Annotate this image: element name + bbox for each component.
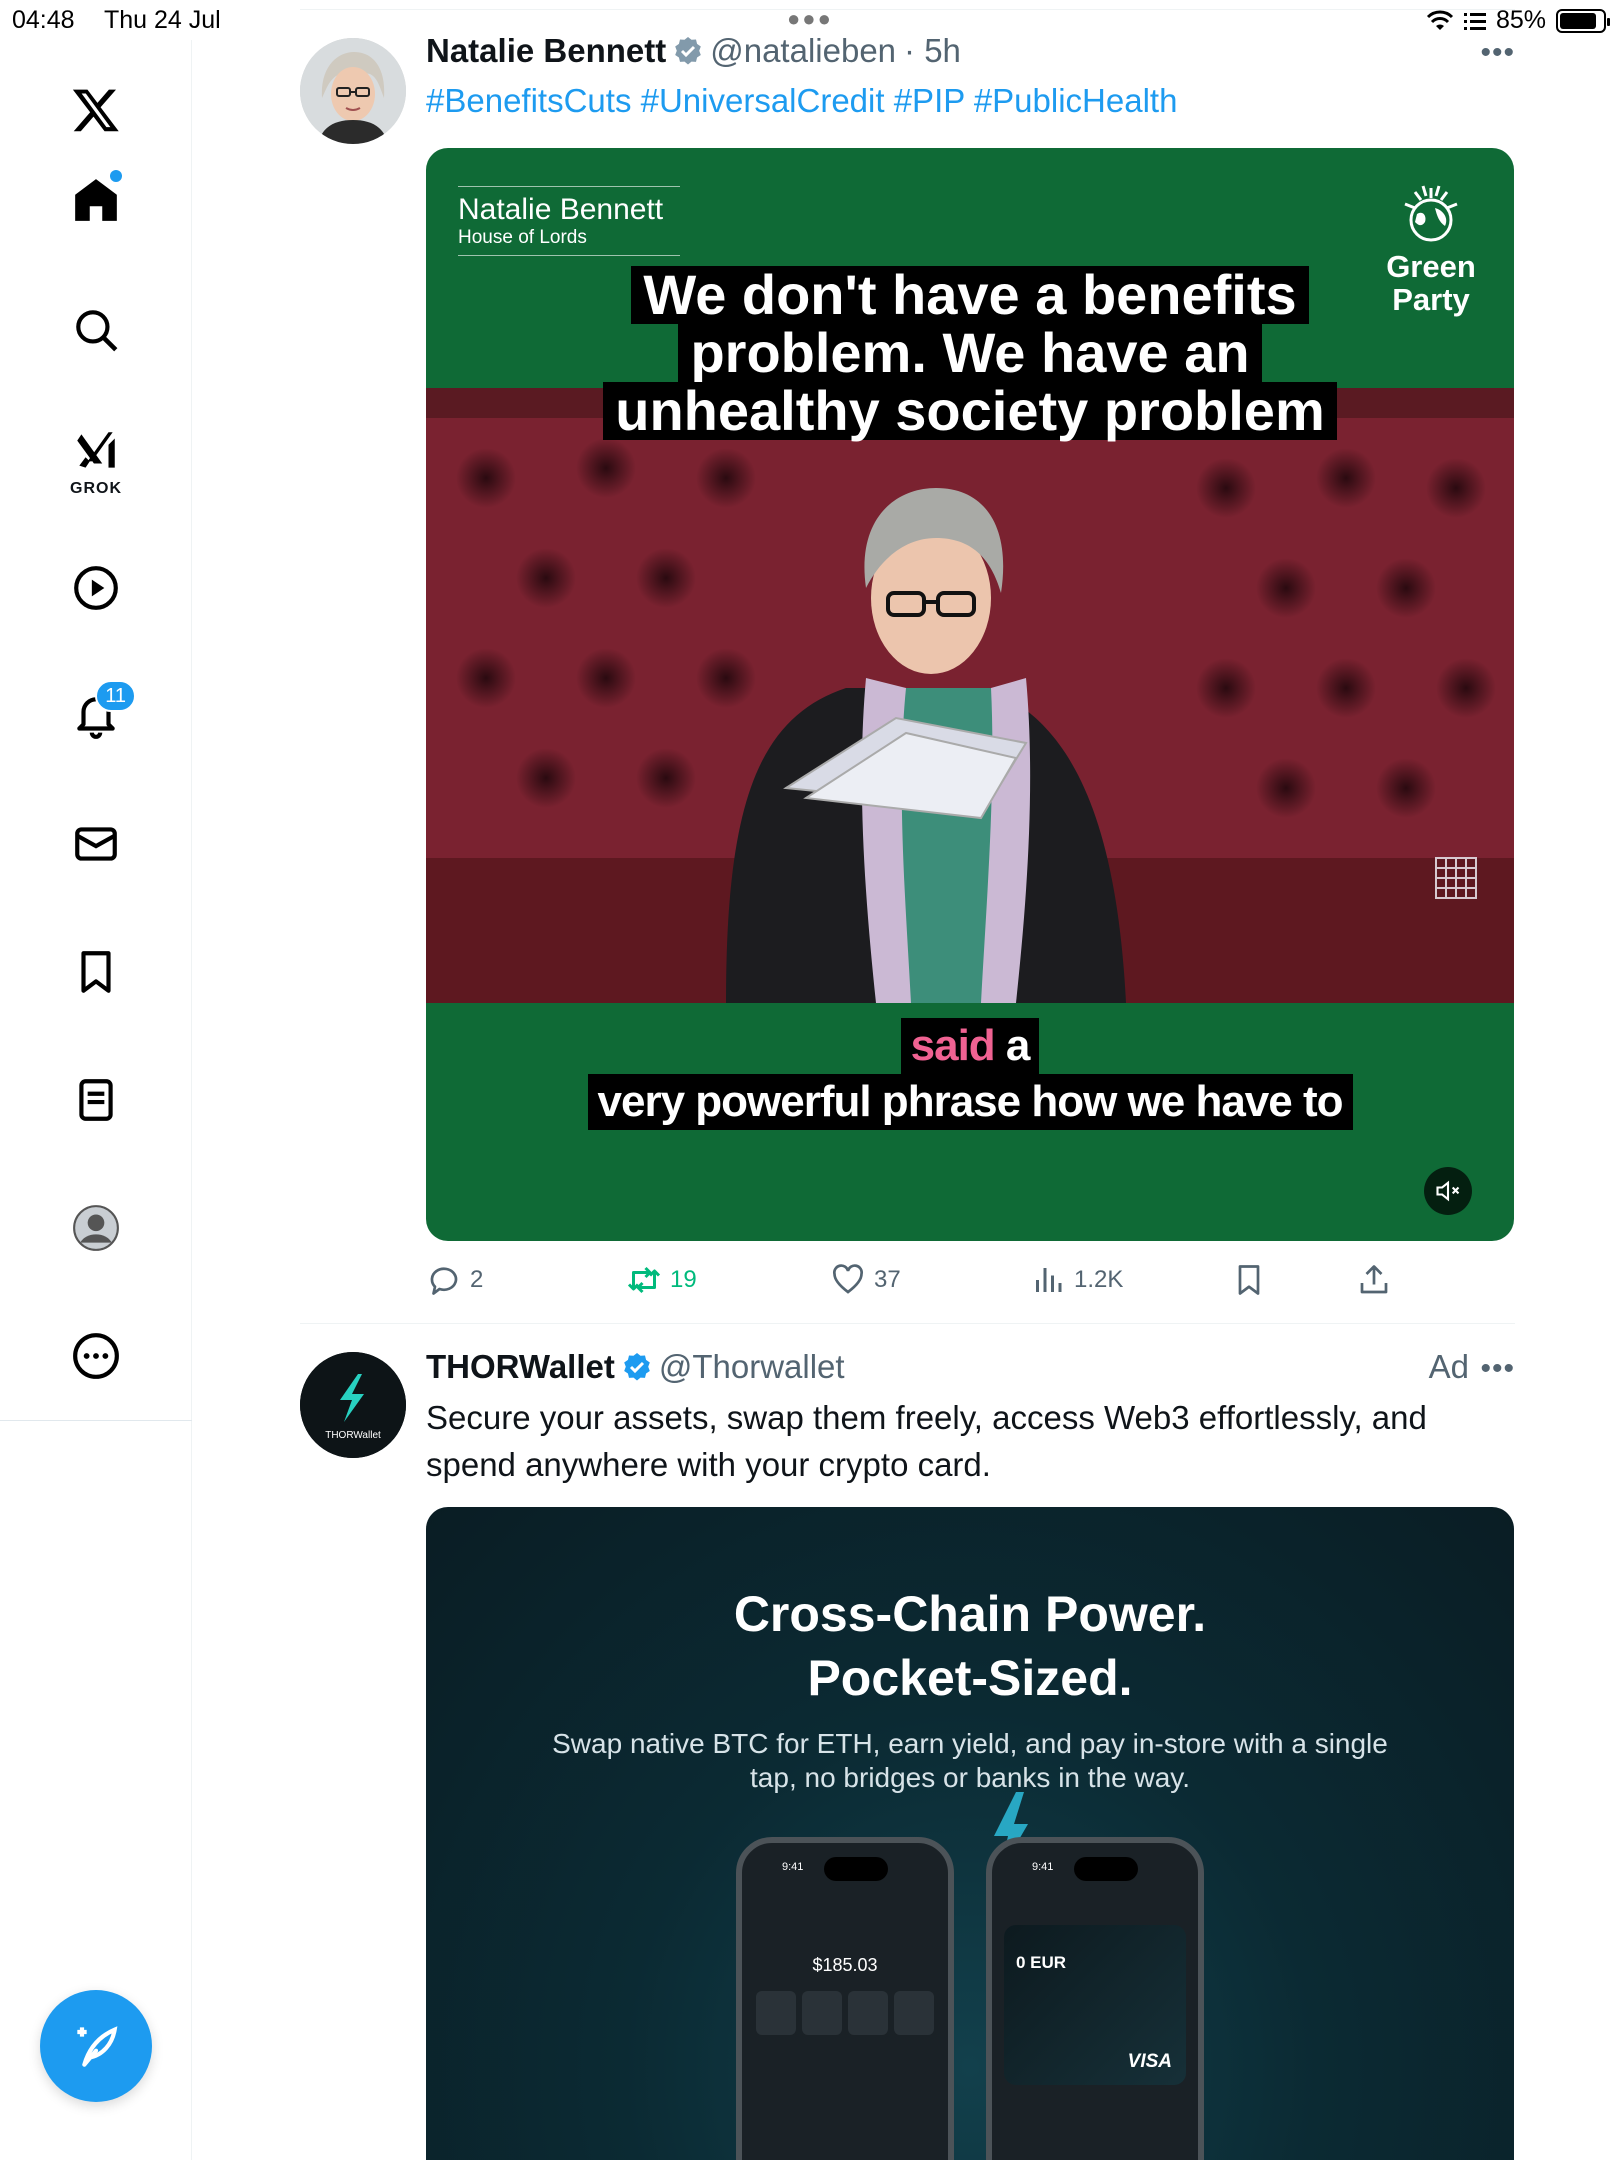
- mute-button[interactable]: [1424, 1167, 1472, 1215]
- grok-icon: [77, 432, 115, 468]
- like-count: 37: [874, 1266, 901, 1293]
- notifications-nav-item[interactable]: 11: [56, 676, 136, 756]
- home-icon: [75, 179, 117, 221]
- ad-headline-line-2: Pocket-Sized.: [807, 1650, 1133, 1706]
- subtitle-line-2: very powerful phrase how we have to: [587, 1074, 1353, 1130]
- search-nav-item[interactable]: [56, 290, 136, 370]
- more-icon: [73, 1333, 119, 1379]
- view-count: 1.2K: [1074, 1266, 1124, 1293]
- like-button[interactable]: 37: [830, 1262, 901, 1298]
- avatar-brand-text: THORWallet: [325, 1430, 381, 1441]
- caption-line-1: We don't have a benefits: [631, 266, 1309, 324]
- subtitle-line-1: a: [994, 1021, 1030, 1070]
- nameplate: Natalie Bennett House of Lords: [458, 186, 680, 256]
- bookmarks-nav-item[interactable]: [56, 932, 136, 1012]
- profile-icon: [73, 1205, 119, 1251]
- search-icon: [76, 310, 118, 352]
- repost-icon: [627, 1266, 661, 1294]
- ad-image[interactable]: Cross-Chain Power. Pocket-Sized. Swap na…: [426, 1507, 1514, 2160]
- tweet-header: Natalie Bennett @natalieben · 5h: [426, 32, 961, 70]
- bookmark-icon: [81, 951, 111, 993]
- speaker-muted-icon: [1436, 1180, 1460, 1202]
- bookmark-button[interactable]: [1231, 1262, 1267, 1298]
- profile-nav-item[interactable]: [56, 1188, 136, 1268]
- tweet-text: Secure your assets, swap them freely, ac…: [426, 1399, 1427, 1483]
- video-icon: [74, 566, 118, 610]
- ad-label: Ad: [1428, 1348, 1469, 1385]
- share-icon: [1360, 1265, 1388, 1294]
- phone-mockup-card: 9:41 0 EUR VISA: [986, 1837, 1204, 2160]
- author-name[interactable]: Natalie Bennett: [426, 32, 666, 70]
- sidebar: GROK 11: [0, 40, 192, 2160]
- sidebar-divider: [0, 1420, 192, 1421]
- more-nav-item[interactable]: [56, 1316, 136, 1396]
- reply-button[interactable]: 2: [426, 1262, 483, 1298]
- compose-icon: [77, 2026, 118, 2067]
- visa-logo: VISA: [1127, 2051, 1172, 2072]
- ad-headline: Cross-Chain Power. Pocket-Sized.: [426, 1582, 1514, 1710]
- ad-subheadline: Swap native BTC for ETH, earn yield, and…: [552, 1728, 1388, 1793]
- reply-icon: [430, 1267, 458, 1295]
- author-name[interactable]: THORWallet: [426, 1348, 615, 1386]
- mail-icon: [75, 827, 117, 861]
- subtitle-highlight-word: said: [910, 1021, 996, 1070]
- timeline: Natalie Bennett @natalieben · 5h ••• #Be…: [300, 0, 1515, 2160]
- phone-mockup-wallet: 9:41 $185.03: [736, 1837, 954, 2160]
- phone-2-balance: 0 EUR: [1016, 1953, 1067, 1972]
- caption-line-2: problem. We have an: [678, 324, 1262, 382]
- tweet-hashtags[interactable]: #BenefitsCuts #UniversalCredit #PIP #Pub…: [426, 82, 1177, 120]
- tweet-divider: [300, 1323, 1515, 1324]
- video-scene-image: [426, 388, 1514, 1003]
- avatar[interactable]: THORWallet: [300, 1352, 406, 1458]
- views-icon: [1036, 1268, 1062, 1292]
- verified-grey-icon: [675, 37, 702, 65]
- home-nav-item[interactable]: [56, 160, 136, 240]
- share-button[interactable]: [1356, 1262, 1392, 1298]
- repost-count: 19: [670, 1266, 697, 1293]
- status-date: Thu 24 Jul: [104, 6, 221, 34]
- x-logo-icon[interactable]: [56, 70, 136, 150]
- ad-headline-line-1: Cross-Chain Power.: [733, 1586, 1207, 1642]
- verified-blue-icon: [624, 1353, 650, 1381]
- reply-count: 2: [470, 1266, 484, 1293]
- messages-nav-item[interactable]: [56, 804, 136, 884]
- grok-nav-item[interactable]: GROK: [56, 420, 136, 500]
- video-caption: We don't have a benefits problem. We hav…: [426, 266, 1514, 440]
- caption-line-3: unhealthy society problem: [603, 382, 1337, 440]
- green-party-earth-icon: [1404, 185, 1458, 242]
- tweet-video[interactable]: Natalie Bennett House of Lords Green Par…: [426, 148, 1514, 1241]
- avatar[interactable]: [300, 38, 406, 144]
- phone-1-balance: $185.03: [812, 1955, 878, 1975]
- views-button[interactable]: 1.2K: [1030, 1262, 1123, 1298]
- tweet-actions: 2 19 37 1.2K: [426, 1262, 1514, 1302]
- repost-button[interactable]: 19: [626, 1262, 697, 1298]
- author-handle[interactable]: @Thorwallet: [659, 1348, 845, 1386]
- list-icon: [79, 1079, 113, 1121]
- more-options-icon[interactable]: •••: [1480, 36, 1515, 70]
- tweet-time[interactable]: · 5h: [904, 32, 961, 70]
- grok-label: GROK: [70, 480, 122, 497]
- battery-icon: [1556, 8, 1610, 33]
- heart-icon: [833, 1264, 863, 1294]
- video-nav-item[interactable]: [56, 548, 136, 628]
- timeline-top-border: [300, 9, 1515, 10]
- phone-2-time: 9:41: [1032, 1861, 1054, 1873]
- status-time: 04:48: [12, 6, 75, 34]
- notifications-badge: 11: [95, 680, 136, 712]
- more-options-icon[interactable]: •••: [1480, 1352, 1515, 1386]
- home-unread-dot: [110, 170, 122, 182]
- author-handle[interactable]: @natalieben: [710, 32, 896, 70]
- tweet-header: THORWallet @Thorwallet: [426, 1348, 845, 1386]
- compose-button[interactable]: [40, 1990, 152, 2102]
- nameplate-name: Natalie Bennett: [458, 186, 680, 227]
- bookmark-icon: [1238, 1265, 1260, 1295]
- nameplate-subtitle: House of Lords: [458, 227, 680, 256]
- video-scene: [426, 388, 1514, 1003]
- lists-nav-item[interactable]: [56, 1060, 136, 1140]
- video-subtitles: said a very powerful phrase how we have …: [426, 1018, 1514, 1130]
- phone-1-time: 9:41: [782, 1861, 804, 1873]
